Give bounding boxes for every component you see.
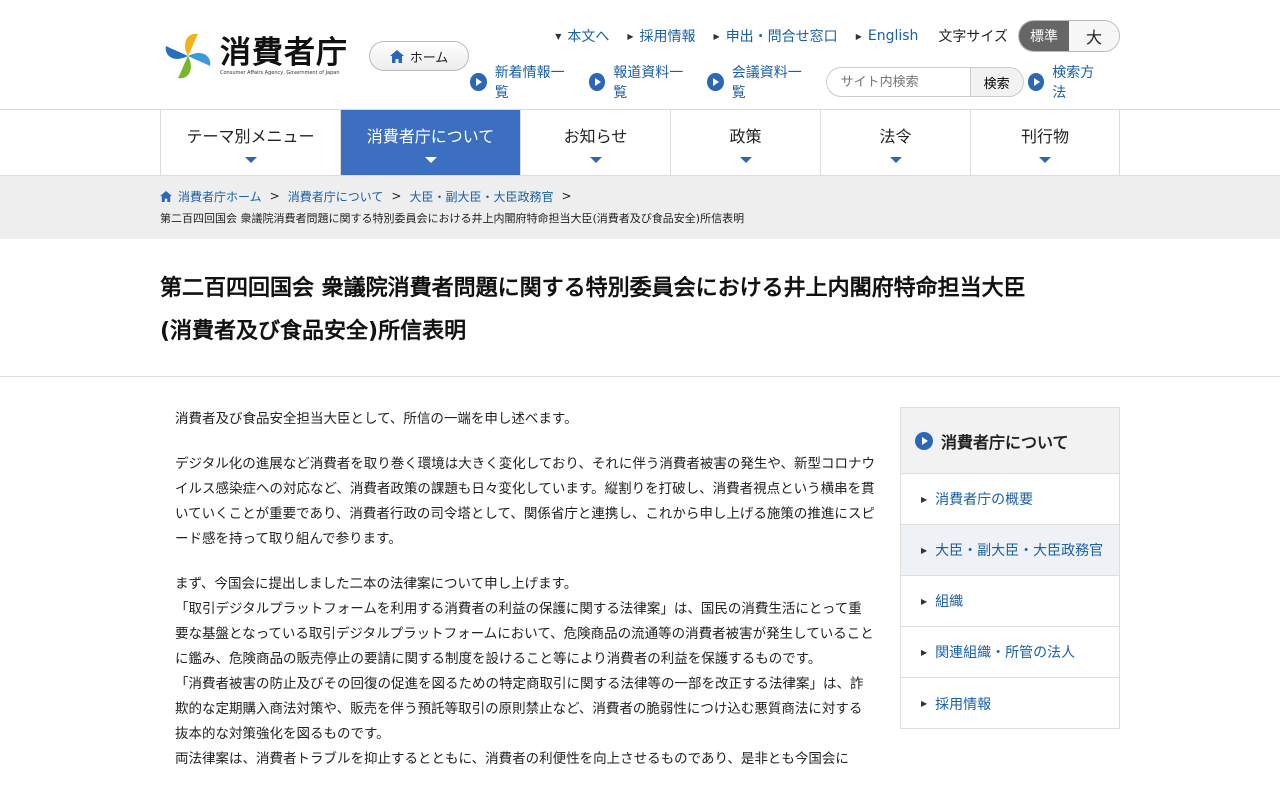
site-header: 消費者庁 Consumer Affairs Agency, Government…: [0, 0, 1280, 110]
breadcrumb: 消費者庁ホーム > 消費者庁について > 大臣・副大臣・大臣政務官 > 第二百四回国会…: [0, 176, 1280, 239]
utility-links: ▼ 本文へ ▶ 採用情報 ▶ 申出・問合せ窓口 ▶ English 文字サイズ 標準 大: [537, 20, 1120, 52]
chevron-down-icon: [424, 156, 437, 163]
chevron-down-icon: [244, 156, 257, 163]
paragraph: デジタル化の進展など消費者を取り巻く環境は大きく変化しており、それに伴う消費者被…: [175, 456, 875, 547]
gnav-publications[interactable]: 刊行物: [971, 110, 1120, 175]
gnav-law[interactable]: 法令: [821, 110, 971, 175]
home-button[interactable]: ホーム: [369, 41, 469, 71]
paragraph: 両法律案は、消費者トラブルを抑止するとともに、消費者の利便性を向上させるものであ…: [175, 751, 849, 767]
arrow-circle-icon: [470, 73, 487, 91]
chevron-right-icon: ▶: [855, 31, 862, 41]
font-size-large-button[interactable]: 大: [1069, 21, 1119, 51]
chevron-right-icon: ▶: [713, 31, 720, 41]
logo-pinwheel-icon: [160, 30, 216, 82]
home-icon: [389, 49, 404, 63]
font-size-label: 文字サイズ: [938, 29, 1008, 45]
skip-to-content-link[interactable]: ▼ 本文へ: [555, 26, 609, 46]
sub-navigation: 新着情報一覧 報道資料一覧 会議資料一覧 検索 検索方法: [470, 62, 1120, 102]
side-item-ministers[interactable]: ▶ 大臣・副大臣・大臣政務官: [901, 525, 1119, 576]
font-size-toggle: 標準 大: [1018, 20, 1120, 52]
font-size-standard-button[interactable]: 標準: [1019, 21, 1069, 51]
meeting-list-link[interactable]: 会議資料一覧: [707, 62, 810, 102]
breadcrumb-separator: >: [391, 189, 402, 203]
chevron-right-icon: ▶: [921, 494, 928, 504]
gnav-theme-menu[interactable]: テーマ別メニュー: [161, 110, 341, 175]
breadcrumb-ministers[interactable]: 大臣・副大臣・大臣政務官: [409, 188, 553, 205]
gnav-notices[interactable]: お知らせ: [521, 110, 671, 175]
chevron-right-icon: ▶: [921, 596, 928, 606]
paragraph: 「消費者被害の防止及びその回復の促進を図るための特定商取引に関する法律等の一部を…: [175, 676, 864, 742]
site-search: 検索: [825, 67, 1024, 97]
chevron-right-icon: ▶: [921, 545, 928, 555]
paragraph: 「取引デジタルプラットフォームを利用する消費者の利益の保護に関する法律案」は、国…: [175, 601, 874, 667]
arrow-circle-icon: [707, 73, 724, 91]
search-input[interactable]: [825, 67, 970, 97]
paragraph: 消費者及び食品安全担当大臣として、所信の一端を申し述べます。: [175, 411, 578, 427]
contact-link[interactable]: ▶ 申出・問合せ窓口: [714, 26, 838, 46]
recruit-link[interactable]: ▶ 採用情報: [627, 26, 695, 46]
side-item-recruit[interactable]: ▶ 採用情報: [901, 678, 1119, 729]
page-title-area: 第二百四回国会 衆議院消費者問題に関する特別委員会における井上内閣府特命担当大臣…: [0, 239, 1280, 377]
global-navigation: テーマ別メニュー 消費者庁について お知らせ 政策 法令 刊行物: [160, 110, 1120, 175]
logo-title: 消費者庁: [220, 35, 348, 71]
press-list-link[interactable]: 報道資料一覧: [588, 62, 692, 102]
home-icon: [160, 190, 172, 202]
side-item-related-orgs[interactable]: ▶ 関連組織・所管の法人: [901, 627, 1119, 678]
chevron-right-icon: ▶: [921, 647, 928, 657]
site-logo[interactable]: 消費者庁 Consumer Affairs Agency, Government…: [160, 30, 348, 82]
home-label: ホーム: [409, 50, 449, 66]
article-body: 消費者及び食品安全担当大臣として、所信の一端を申し述べます。 デジタル化の進展な…: [175, 407, 875, 772]
news-list-link[interactable]: 新着情報一覧: [470, 62, 573, 102]
side-item-overview[interactable]: ▶ 消費者庁の概要: [901, 474, 1119, 525]
gnav-policy[interactable]: 政策: [671, 110, 821, 175]
chevron-down-icon: [589, 156, 602, 163]
english-link[interactable]: ▶ English: [856, 28, 919, 44]
side-item-organization[interactable]: ▶ 組織: [901, 576, 1119, 627]
page-title: 第二百四回国会 衆議院消費者問題に関する特別委員会における井上内閣府特命担当大臣…: [160, 276, 1026, 344]
side-menu-heading[interactable]: 消費者庁について: [901, 408, 1119, 474]
logo-subtitle: Consumer Affairs Agency, Government of J…: [220, 70, 340, 76]
side-menu: 消費者庁について ▶ 消費者庁の概要 ▶ 大臣・副大臣・大臣政務官 ▶ 組織 ▶ 関連組…: [900, 407, 1120, 729]
search-help-link[interactable]: 検索方法: [1027, 62, 1104, 102]
arrow-circle-icon: [915, 431, 933, 450]
chevron-right-icon: ▶: [627, 31, 634, 41]
chevron-down-icon: [889, 156, 902, 163]
breadcrumb-separator: >: [269, 189, 280, 203]
chevron-right-icon: ▶: [921, 699, 928, 708]
arrow-circle-icon: [588, 73, 606, 91]
search-button[interactable]: 検索: [969, 67, 1024, 97]
breadcrumb-current: 第二百四回国会 衆議院消費者問題に関する特別委員会における井上内閣府特命担当大臣…: [160, 212, 745, 225]
breadcrumb-about[interactable]: 消費者庁について: [288, 188, 384, 205]
breadcrumb-separator: >: [561, 189, 572, 203]
main-area: 消費者及び食品安全担当大臣として、所信の一端を申し述べます。 デジタル化の進展な…: [0, 377, 1280, 772]
breadcrumb-home[interactable]: 消費者庁ホーム: [178, 188, 262, 205]
chevron-down-icon: [1039, 156, 1051, 163]
chevron-down-icon: ▼: [555, 31, 562, 41]
arrow-circle-icon: [1027, 73, 1045, 91]
gnav-about[interactable]: 消費者庁について: [341, 110, 521, 175]
chevron-down-icon: [739, 156, 752, 163]
paragraph: まず、今国会に提出しました二本の法律案について申し上げます。: [175, 576, 578, 592]
